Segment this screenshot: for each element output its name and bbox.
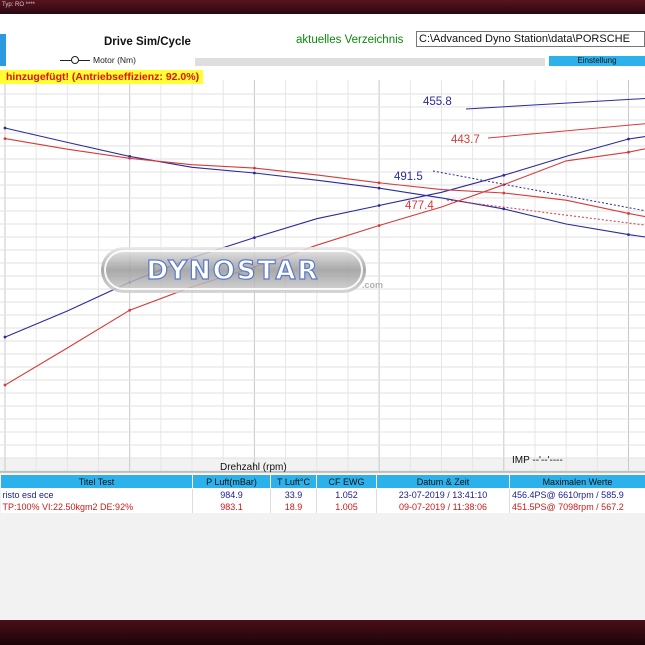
col-header[interactable]: Titel Test: [0, 474, 193, 489]
data-point: [253, 171, 256, 175]
data-point: [377, 181, 381, 185]
data-point: [3, 335, 7, 339]
data-point: [253, 236, 256, 240]
cell-cf: 1.052: [316, 488, 377, 501]
cell-title: TP:100% VI:22.50kgm2 DE:92%: [0, 501, 193, 513]
cell-cf: 1.005: [316, 501, 377, 513]
data-point: [377, 186, 381, 190]
data-point: [377, 224, 381, 227]
cell-pressure: 984.9: [192, 488, 271, 501]
value-annotation: 477.4: [405, 200, 434, 212]
cell-max: 456.4PS@ 6610rpm / 585.9: [509, 488, 645, 501]
table-header-row: Titel Test P Luft(mBar) T Luft°C CF EWG …: [0, 474, 645, 489]
cell-datetime: 23-07-2019 / 13:41:10: [376, 488, 510, 501]
cell-title: risto esd ece: [0, 488, 193, 501]
cell-temp: 18.9: [270, 501, 317, 513]
window-title: Typ: RO ****: [2, 2, 36, 8]
value-annotation: 443.7: [451, 134, 480, 146]
series-line-blue_torque: [4, 136, 645, 338]
results-table: Titel Test P Luft(mBar) T Luft°C CF EWG …: [0, 474, 645, 513]
x-axis-label: Drehzahl (rpm): [220, 462, 287, 473]
data-point: [128, 308, 132, 312]
data-point: [627, 212, 630, 215]
col-header[interactable]: Maximalen Werte: [509, 474, 645, 489]
data-point: [3, 383, 7, 387]
col-header[interactable]: CF EWG: [316, 474, 377, 489]
data-point: [3, 126, 7, 130]
data-point: [502, 207, 506, 211]
monitor-bezel-top: Typ: RO ****: [0, 0, 645, 14]
data-point: [253, 166, 256, 170]
table-row[interactable]: TP:100% VI:22.50kgm2 DE:92% 983.1 18.9 1…: [0, 501, 645, 513]
dynostar-logo: DYNOSTAR: [101, 247, 366, 293]
col-header[interactable]: Datum & Zeit: [376, 474, 510, 489]
efficiency-notice: hinzugefügt! (Antriebseffizienz: 92.0%): [0, 70, 204, 84]
data-point: [627, 137, 630, 141]
cell-datetime: 09-07-2019 / 11:38:06: [376, 501, 510, 513]
value-annotation: 455.8: [423, 96, 452, 108]
data-point: [502, 173, 506, 177]
table-row[interactable]: risto esd ece 984.9 33.9 1.052 23-07-201…: [0, 488, 645, 501]
data-point: [377, 204, 381, 207]
cell-temp: 33.9: [270, 488, 317, 501]
value-annotation: 491.5: [394, 171, 423, 183]
data-point: [3, 137, 7, 141]
data-point: [502, 191, 506, 195]
logo-text: DYNOSTAR: [147, 256, 320, 286]
col-header[interactable]: P Luft(mBar): [192, 474, 271, 489]
data-point: [627, 150, 630, 154]
data-point: [627, 233, 630, 237]
col-header[interactable]: T Luft°C: [270, 474, 317, 489]
dyno-app-window: Drive Sim/Cycle aktuelles Verzeichnis C:…: [0, 14, 645, 620]
cell-pressure: 983.1: [192, 501, 271, 513]
data-point: [128, 156, 132, 160]
imp-readout: IMP --'--'----: [512, 455, 563, 466]
logo-suffix: .com: [362, 280, 384, 290]
cell-max: 451.5PS@ 7098rpm / 567.2: [509, 501, 645, 513]
monitor-bezel-bottom: [0, 620, 645, 645]
annotation-leader: [465, 98, 645, 110]
